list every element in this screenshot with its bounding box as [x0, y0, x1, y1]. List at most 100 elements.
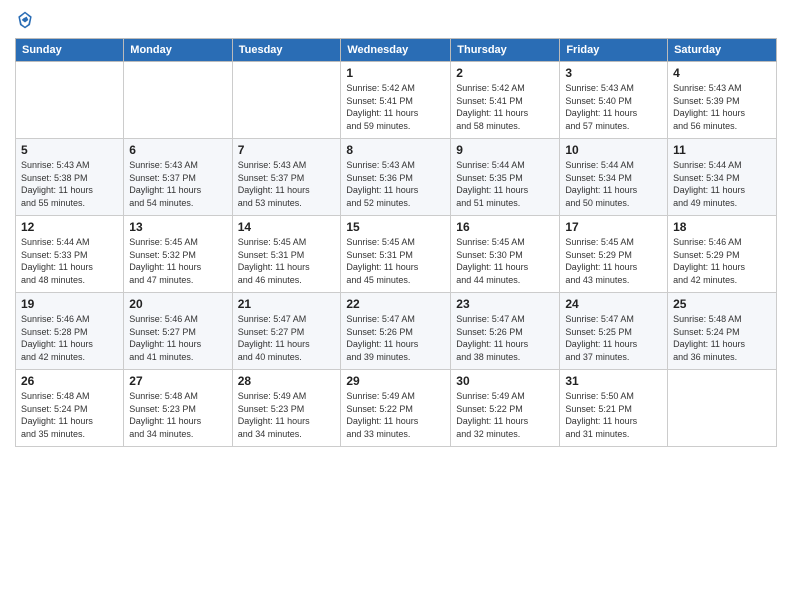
day-info: Sunrise: 5:45 AM Sunset: 5:31 PM Dayligh… — [346, 236, 445, 286]
day-number: 25 — [673, 297, 771, 311]
day-number: 3 — [565, 66, 662, 80]
day-number: 6 — [129, 143, 226, 157]
cell-content: 22 Sunrise: 5:47 AM Sunset: 5:26 PM Dayli… — [346, 297, 445, 365]
cell-content: 1Sunrise: 5:42 AM Sunset: 5:41 PM Daylig… — [346, 66, 445, 134]
weekday-header: Monday — [124, 39, 232, 62]
day-info: Sunrise: 5:44 AM Sunset: 5:33 PM Dayligh… — [21, 236, 118, 286]
calendar-cell: 15Sunrise: 5:45 AM Sunset: 5:31 PM Dayli… — [341, 216, 451, 293]
day-number: 29 — [346, 374, 445, 388]
cell-content: 6 Sunrise: 5:43 AM Sunset: 5:37 PM Daylig… — [129, 143, 226, 211]
day-number: 2 — [456, 66, 554, 80]
day-info: Sunrise: 5:45 AM Sunset: 5:30 PM Dayligh… — [456, 236, 554, 286]
calendar-table: SundayMondayTuesdayWednesdayThursdayFrid… — [15, 38, 777, 447]
page: SundayMondayTuesdayWednesdayThursdayFrid… — [0, 0, 792, 612]
calendar-cell: 29 Sunrise: 5:49 AM Sunset: 5:22 PM Dayli… — [341, 370, 451, 447]
calendar-cell: 22 Sunrise: 5:47 AM Sunset: 5:26 PM Dayli… — [341, 293, 451, 370]
day-info: Sunrise: 5:47 AM Sunset: 5:27 PM Dayligh… — [238, 313, 336, 363]
day-info: Sunrise: 5:47 AM Sunset: 5:25 PM Dayligh… — [565, 313, 662, 363]
day-number: 24 — [565, 297, 662, 311]
cell-content — [673, 374, 771, 442]
calendar-week-row: 19 Sunrise: 5:46 AM Sunset: 5:28 PM Dayli… — [16, 293, 777, 370]
day-number: 10 — [565, 143, 662, 157]
day-number: 5 — [21, 143, 118, 157]
day-info: Sunrise: 5:47 AM Sunset: 5:26 PM Dayligh… — [456, 313, 554, 363]
day-number: 8 — [346, 143, 445, 157]
calendar-cell: 19 Sunrise: 5:46 AM Sunset: 5:28 PM Dayli… — [16, 293, 124, 370]
day-number: 11 — [673, 143, 771, 157]
cell-content: 31Sunrise: 5:50 AM Sunset: 5:21 PM Dayli… — [565, 374, 662, 442]
day-info: Sunrise: 5:43 AM Sunset: 5:37 PM Dayligh… — [238, 159, 336, 209]
cell-content: 26 Sunrise: 5:48 AM Sunset: 5:24 PM Dayli… — [21, 374, 118, 442]
weekday-header: Sunday — [16, 39, 124, 62]
calendar-week-row: 5 Sunrise: 5:43 AM Sunset: 5:38 PM Daylig… — [16, 139, 777, 216]
calendar-cell: 18Sunrise: 5:46 AM Sunset: 5:29 PM Dayli… — [668, 216, 777, 293]
day-info: Sunrise: 5:45 AM Sunset: 5:31 PM Dayligh… — [238, 236, 336, 286]
calendar-cell: 3Sunrise: 5:43 AM Sunset: 5:40 PM Daylig… — [560, 62, 668, 139]
cell-content: 27 Sunrise: 5:48 AM Sunset: 5:23 PM Dayli… — [129, 374, 226, 442]
calendar-cell: 25Sunrise: 5:48 AM Sunset: 5:24 PM Dayli… — [668, 293, 777, 370]
cell-content: 13Sunrise: 5:45 AM Sunset: 5:32 PM Dayli… — [129, 220, 226, 288]
cell-content: 30Sunrise: 5:49 AM Sunset: 5:22 PM Dayli… — [456, 374, 554, 442]
day-info: Sunrise: 5:46 AM Sunset: 5:28 PM Dayligh… — [21, 313, 118, 363]
calendar-cell: 1Sunrise: 5:42 AM Sunset: 5:41 PM Daylig… — [341, 62, 451, 139]
day-number: 17 — [565, 220, 662, 234]
day-number: 16 — [456, 220, 554, 234]
day-info: Sunrise: 5:44 AM Sunset: 5:34 PM Dayligh… — [565, 159, 662, 209]
calendar-cell: 30Sunrise: 5:49 AM Sunset: 5:22 PM Dayli… — [451, 370, 560, 447]
calendar-cell: 12 Sunrise: 5:44 AM Sunset: 5:33 PM Dayli… — [16, 216, 124, 293]
calendar-cell: 26 Sunrise: 5:48 AM Sunset: 5:24 PM Dayli… — [16, 370, 124, 447]
cell-content: 5 Sunrise: 5:43 AM Sunset: 5:38 PM Daylig… — [21, 143, 118, 211]
day-info: Sunrise: 5:45 AM Sunset: 5:32 PM Dayligh… — [129, 236, 226, 286]
day-number: 22 — [346, 297, 445, 311]
calendar-cell — [668, 370, 777, 447]
day-info: Sunrise: 5:46 AM Sunset: 5:29 PM Dayligh… — [673, 236, 771, 286]
cell-content: 4 Sunrise: 5:43 AM Sunset: 5:39 PM Daylig… — [673, 66, 771, 134]
weekday-header-row: SundayMondayTuesdayWednesdayThursdayFrid… — [16, 39, 777, 62]
day-info: Sunrise: 5:48 AM Sunset: 5:24 PM Dayligh… — [21, 390, 118, 440]
calendar-cell: 4 Sunrise: 5:43 AM Sunset: 5:39 PM Daylig… — [668, 62, 777, 139]
day-info: Sunrise: 5:43 AM Sunset: 5:39 PM Dayligh… — [673, 82, 771, 132]
day-info: Sunrise: 5:43 AM Sunset: 5:38 PM Dayligh… — [21, 159, 118, 209]
day-info: Sunrise: 5:43 AM Sunset: 5:36 PM Dayligh… — [346, 159, 445, 209]
day-info: Sunrise: 5:42 AM Sunset: 5:41 PM Dayligh… — [456, 82, 554, 132]
logo — [15, 10, 39, 30]
calendar-cell: 6 Sunrise: 5:43 AM Sunset: 5:37 PM Daylig… — [124, 139, 232, 216]
cell-content: 16 Sunrise: 5:45 AM Sunset: 5:30 PM Dayli… — [456, 220, 554, 288]
calendar-cell: 27 Sunrise: 5:48 AM Sunset: 5:23 PM Dayli… — [124, 370, 232, 447]
day-number: 12 — [21, 220, 118, 234]
calendar-cell: 7 Sunrise: 5:43 AM Sunset: 5:37 PM Daylig… — [232, 139, 341, 216]
calendar-cell: 10 Sunrise: 5:44 AM Sunset: 5:34 PM Dayli… — [560, 139, 668, 216]
calendar-cell — [232, 62, 341, 139]
calendar-cell: 21 Sunrise: 5:47 AM Sunset: 5:27 PM Dayli… — [232, 293, 341, 370]
calendar-cell: 24 Sunrise: 5:47 AM Sunset: 5:25 PM Dayli… — [560, 293, 668, 370]
weekday-header: Friday — [560, 39, 668, 62]
day-info: Sunrise: 5:44 AM Sunset: 5:34 PM Dayligh… — [673, 159, 771, 209]
day-number: 4 — [673, 66, 771, 80]
cell-content: 14 Sunrise: 5:45 AM Sunset: 5:31 PM Dayli… — [238, 220, 336, 288]
day-number: 26 — [21, 374, 118, 388]
cell-content: 9Sunrise: 5:44 AM Sunset: 5:35 PM Daylig… — [456, 143, 554, 211]
day-number: 27 — [129, 374, 226, 388]
day-number: 7 — [238, 143, 336, 157]
day-number: 21 — [238, 297, 336, 311]
calendar-week-row: 26 Sunrise: 5:48 AM Sunset: 5:24 PM Dayli… — [16, 370, 777, 447]
day-info: Sunrise: 5:45 AM Sunset: 5:29 PM Dayligh… — [565, 236, 662, 286]
cell-content: 21 Sunrise: 5:47 AM Sunset: 5:27 PM Dayli… — [238, 297, 336, 365]
cell-content — [238, 66, 336, 134]
day-info: Sunrise: 5:48 AM Sunset: 5:23 PM Dayligh… — [129, 390, 226, 440]
day-number: 19 — [21, 297, 118, 311]
day-info: Sunrise: 5:43 AM Sunset: 5:37 PM Dayligh… — [129, 159, 226, 209]
header — [15, 10, 777, 30]
calendar-cell: 28Sunrise: 5:49 AM Sunset: 5:23 PM Dayli… — [232, 370, 341, 447]
calendar-cell: 20Sunrise: 5:46 AM Sunset: 5:27 PM Dayli… — [124, 293, 232, 370]
calendar-cell: 23Sunrise: 5:47 AM Sunset: 5:26 PM Dayli… — [451, 293, 560, 370]
weekday-header: Wednesday — [341, 39, 451, 62]
calendar-week-row: 12 Sunrise: 5:44 AM Sunset: 5:33 PM Dayli… — [16, 216, 777, 293]
weekday-header: Tuesday — [232, 39, 341, 62]
day-number: 30 — [456, 374, 554, 388]
day-info: Sunrise: 5:49 AM Sunset: 5:22 PM Dayligh… — [346, 390, 445, 440]
day-info: Sunrise: 5:50 AM Sunset: 5:21 PM Dayligh… — [565, 390, 662, 440]
day-info: Sunrise: 5:47 AM Sunset: 5:26 PM Dayligh… — [346, 313, 445, 363]
day-number: 14 — [238, 220, 336, 234]
cell-content: 23Sunrise: 5:47 AM Sunset: 5:26 PM Dayli… — [456, 297, 554, 365]
